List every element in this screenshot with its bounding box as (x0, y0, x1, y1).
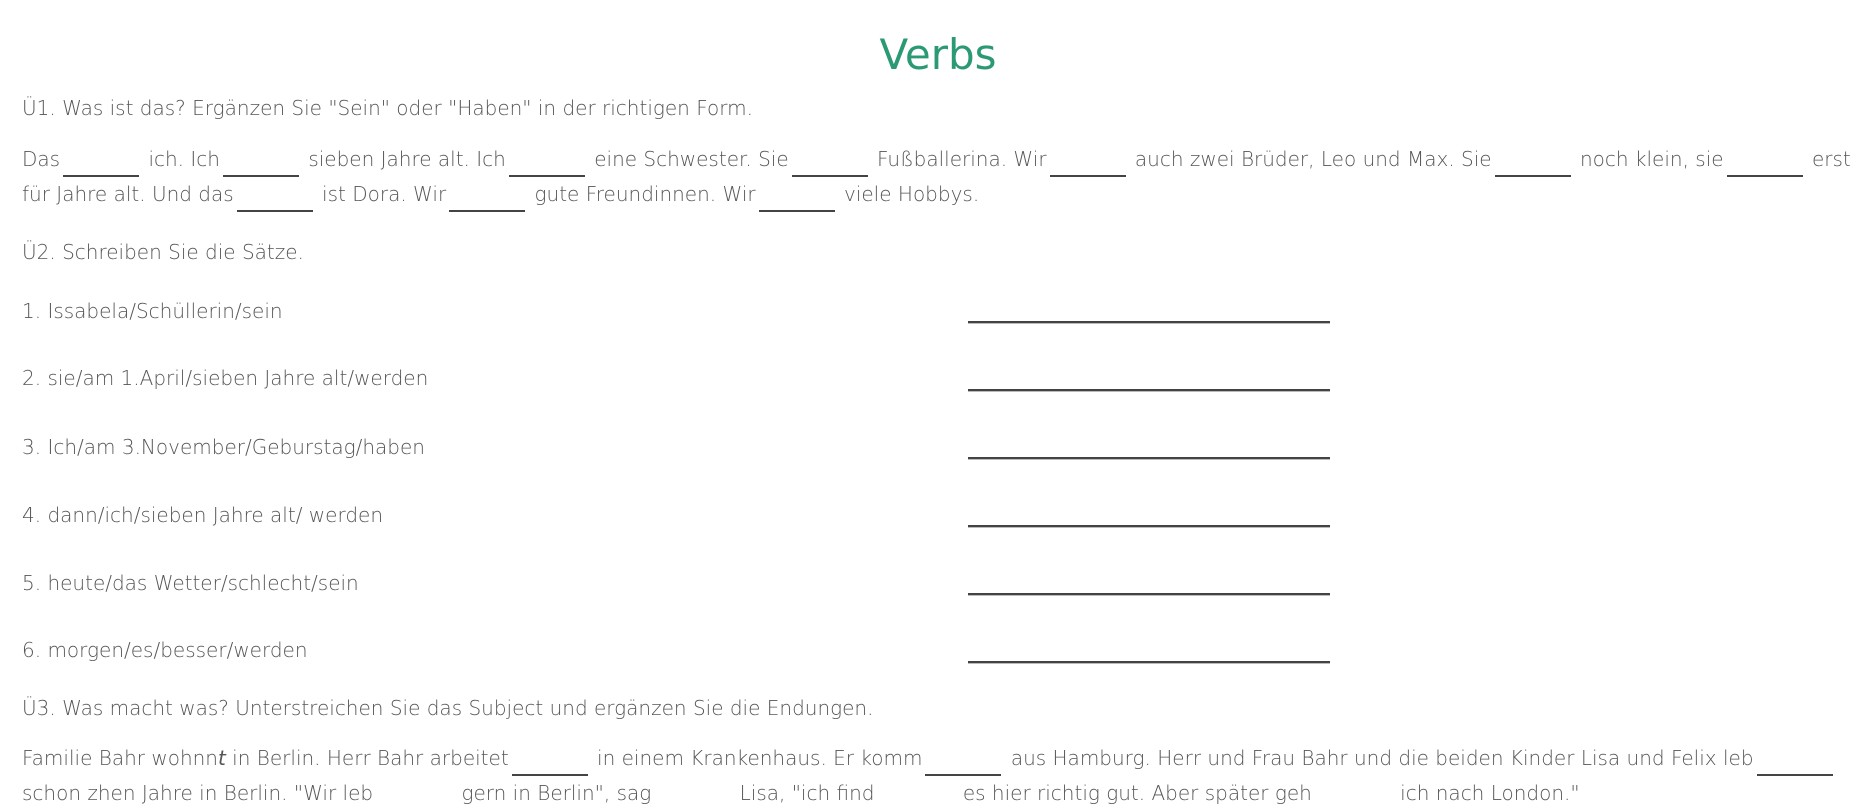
text-segment: in Berlin. Herr Bahr arbeitet (225, 746, 509, 770)
text-segment: Das (22, 147, 61, 171)
text-segment: ist Dora. Wir (322, 182, 447, 206)
blank-field[interactable] (222, 147, 299, 177)
sentence-prompt-2: 2. sie/am 1.April/sieben Jahre alt/werde… (22, 366, 429, 390)
text-segment-italic: t (217, 746, 226, 770)
blank-field[interactable] (1494, 147, 1571, 177)
answer-line-5[interactable] (968, 565, 1334, 595)
sentence-prompt-1: 1. Issabela/Schüllerin/sein (22, 299, 283, 323)
text-segment: auch zwei Brüder, Leo und Max. Sie (1134, 147, 1492, 171)
sentence-prompt-6: 6. morgen/es/besser/werden (22, 638, 308, 662)
text-segment: schon zhen Jahre in Berlin. "Wir leb (22, 781, 374, 805)
answer-input-5[interactable] (968, 565, 1334, 591)
text-segment: gern in Berlin", sag (461, 781, 652, 805)
exercise-1-text: Das ich. Ich sieben Jahre alt. Ich eine … (22, 142, 1862, 212)
text-segment: sieben Jahre alt. Ich (308, 147, 506, 171)
answer-line-1[interactable] (968, 293, 1334, 323)
text-segment: eine Schwester. Sie (594, 147, 789, 171)
answer-line-4[interactable] (968, 497, 1334, 527)
answer-input-1[interactable] (968, 293, 1334, 319)
text-segment: gute Freundinnen. Wir (534, 182, 756, 206)
answer-line-3[interactable] (968, 429, 1334, 459)
blank-field[interactable] (925, 746, 1002, 776)
blank-field[interactable] (791, 147, 868, 177)
text-segment: Familie Bahr wohnn (22, 746, 218, 770)
page-title: Verbs (879, 30, 997, 79)
blank-field[interactable] (1726, 147, 1803, 177)
blank-field[interactable] (758, 182, 835, 212)
text-segment: ich. Ich (148, 147, 220, 171)
blank-field[interactable] (1756, 746, 1833, 776)
exercise-1-heading: Ü1. Was ist das? Ergänzen Sie "Sein" ode… (22, 96, 753, 120)
text-segment: viele Hobbys. (843, 182, 980, 206)
text-segment: Fußballerina. Wir (877, 147, 1047, 171)
answer-input-4[interactable] (968, 497, 1334, 523)
text-segment: aus Hamburg. Herr und Frau Bahr und die … (1010, 746, 1754, 770)
sentence-prompt-4: 4. dann/ich/sieben Jahre alt/ werden (22, 503, 383, 527)
answer-input-6[interactable] (968, 633, 1334, 659)
sentence-prompt-3: 3. Ich/am 3.November/Geburstag/haben (22, 435, 425, 459)
blank-field[interactable] (236, 182, 313, 212)
text-segment: ich nach London." (1400, 781, 1580, 805)
exercise-3-heading: Ü3. Was macht was? Unterstreichen Sie da… (22, 696, 874, 720)
answer-input-2[interactable] (968, 361, 1334, 387)
blank-field[interactable] (1049, 147, 1126, 177)
text-segment: in einem Krankenhaus. Er komm (597, 746, 923, 770)
text-segment: Lisa, "ich find (739, 781, 875, 805)
answer-line-2[interactable] (968, 361, 1334, 391)
blank-field[interactable] (449, 182, 526, 212)
sentence-prompt-5: 5. heute/das Wetter/schlecht/sein (22, 571, 359, 595)
exercise-2-heading: Ü2. Schreiben Sie die Sätze. (22, 240, 304, 264)
answer-line-6[interactable] (968, 633, 1334, 663)
blank-field[interactable] (508, 147, 585, 177)
text-segment: noch klein, sie (1579, 147, 1724, 171)
blank-field[interactable] (511, 746, 588, 776)
blank-field[interactable] (63, 147, 140, 177)
text-segment: es hier richtig gut. Aber später geh (962, 781, 1312, 805)
answer-input-3[interactable] (968, 429, 1334, 455)
exercise-3-text: Familie Bahr wohnnt in Berlin. Herr Bahr… (22, 741, 1862, 811)
